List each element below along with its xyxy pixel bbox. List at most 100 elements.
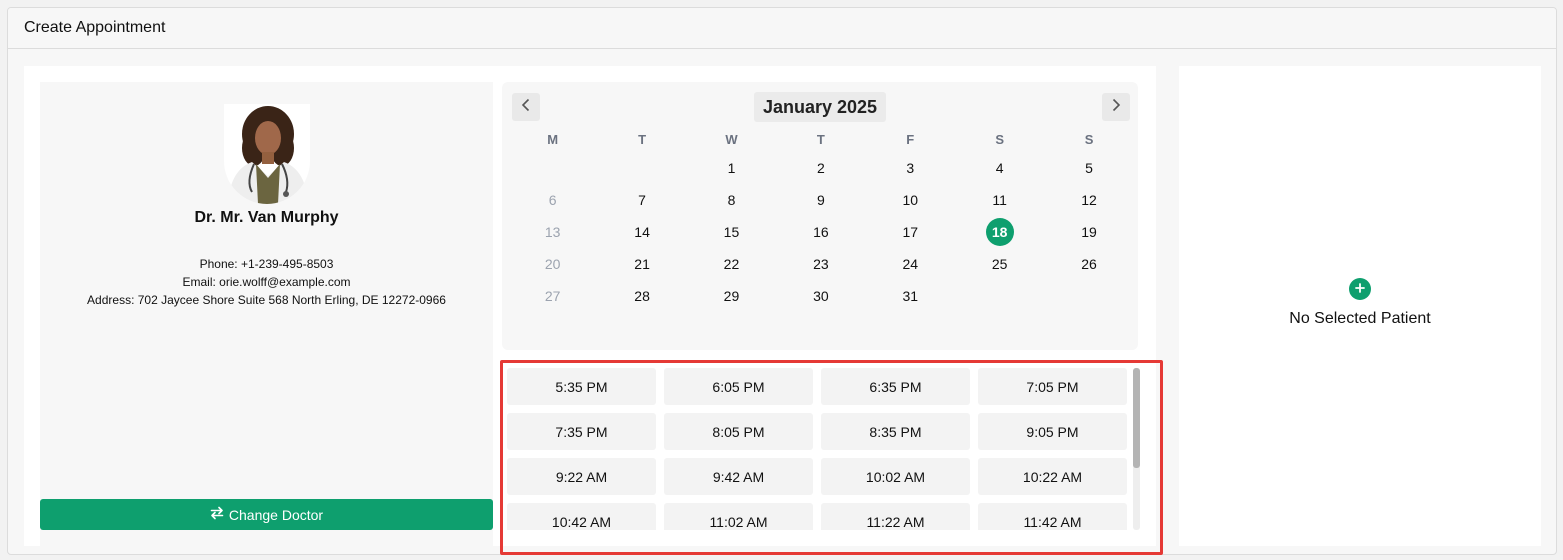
weekday-label: T bbox=[816, 131, 825, 147]
doctor-email: Email: orie.wolff@example.com bbox=[182, 275, 351, 289]
calendar-week: 20 21 22 23 24 25 26 bbox=[508, 248, 1136, 280]
time-slot-button[interactable]: 8:05 PM bbox=[664, 413, 813, 450]
calendar-day[interactable]: 10 bbox=[866, 184, 955, 216]
calendar-day[interactable]: 21 bbox=[597, 248, 686, 280]
time-slot-button[interactable]: 9:05 PM bbox=[978, 413, 1127, 450]
calendar-day[interactable]: 22 bbox=[687, 248, 776, 280]
previous-month-button[interactable] bbox=[512, 93, 540, 121]
doctor-name: Dr. Mr. Van Murphy bbox=[194, 209, 339, 226]
weekday-label: W bbox=[725, 131, 738, 147]
calendar-day-number: 28 bbox=[634, 288, 650, 304]
calendar-day-number: 16 bbox=[813, 224, 829, 240]
calendar-day[interactable]: 9 bbox=[776, 184, 865, 216]
calendar-day-number: 20 bbox=[544, 256, 561, 272]
time-slot-scrollbar[interactable] bbox=[1133, 368, 1140, 530]
doctor-avatar bbox=[224, 104, 310, 204]
calendar-day[interactable]: 31 bbox=[866, 280, 955, 312]
next-month-button[interactable] bbox=[1102, 93, 1130, 121]
calendar-day[interactable]: 1 bbox=[687, 152, 776, 184]
time-slot-button[interactable]: 7:05 PM bbox=[978, 368, 1127, 405]
scrollbar-thumb[interactable] bbox=[1133, 368, 1140, 468]
calendar-day-number: 14 bbox=[634, 224, 650, 240]
time-slot-button[interactable]: 9:42 AM bbox=[664, 458, 813, 495]
weekday-label: S bbox=[995, 131, 1004, 147]
calendar-day[interactable]: 16 bbox=[776, 216, 865, 248]
calendar-day[interactable]: 20 bbox=[508, 248, 597, 280]
calendar-day[interactable]: 23 bbox=[776, 248, 865, 280]
swap-arrows-icon bbox=[210, 506, 224, 523]
calendar-day-number: 10 bbox=[902, 192, 919, 208]
calendar-week: 1 2 3 4 5 bbox=[508, 152, 1136, 184]
calendar-day-number: 2 bbox=[816, 160, 825, 176]
calendar-day[interactable]: 5 bbox=[1044, 152, 1133, 184]
time-slot-row: 9:22 AM 9:42 AM 10:02 AM 10:22 AM bbox=[507, 458, 1131, 495]
calendar-day[interactable]: 2 bbox=[776, 152, 865, 184]
time-slot-list[interactable]: 5:35 PM 6:05 PM 6:35 PM 7:05 PM 7:35 PM 8:05 … bbox=[507, 368, 1131, 530]
time-slot-row: 10:42 AM 11:02 AM 11:22 AM 11:42 AM bbox=[507, 503, 1131, 530]
calendar-day[interactable]: 13 bbox=[508, 216, 597, 248]
page-title: Create Appointment bbox=[8, 8, 1556, 49]
calendar-day[interactable]: 7 bbox=[597, 184, 686, 216]
calendar-day[interactable]: 15 bbox=[687, 216, 776, 248]
calendar-grid: M T W T F S S 1 2 3 4 5 6 7 8 9 10 11 12 13 14 15 16 17 18 19 20 21… bbox=[508, 126, 1136, 312]
time-slot-button[interactable]: 9:22 AM bbox=[507, 458, 656, 495]
time-slot-button[interactable]: 11:02 AM bbox=[664, 503, 813, 530]
calendar-day[interactable]: 24 bbox=[866, 248, 955, 280]
calendar-day-number: 22 bbox=[723, 256, 740, 272]
calendar-day[interactable]: 17 bbox=[866, 216, 955, 248]
time-slot-button[interactable]: 10:22 AM bbox=[978, 458, 1127, 495]
calendar-day[interactable]: 12 bbox=[1044, 184, 1133, 216]
calendar-day[interactable]: 6 bbox=[508, 184, 597, 216]
calendar-day-number: 27 bbox=[544, 288, 561, 304]
time-slot-button[interactable]: 10:42 AM bbox=[507, 503, 656, 530]
time-slot-button[interactable]: 6:35 PM bbox=[821, 368, 970, 405]
calendar-day[interactable]: 8 bbox=[687, 184, 776, 216]
time-slot-button[interactable]: 7:35 PM bbox=[507, 413, 656, 450]
weekday-header: MTWTFSS bbox=[508, 126, 1136, 152]
time-slot-button[interactable]: 8:35 PM bbox=[821, 413, 970, 450]
calendar-day[interactable]: 14 bbox=[597, 216, 686, 248]
calendar-day-number: 1 bbox=[727, 160, 736, 176]
calendar-day[interactable]: 4 bbox=[955, 152, 1044, 184]
calendar-week: 6 7 8 9 10 11 12 bbox=[508, 184, 1136, 216]
time-slot-button[interactable]: 11:22 AM bbox=[821, 503, 970, 530]
calendar-day[interactable]: 25 bbox=[955, 248, 1044, 280]
month-label[interactable]: January 2025 bbox=[754, 92, 886, 122]
chevron-left-icon bbox=[521, 98, 531, 117]
calendar-day[interactable]: 3 bbox=[866, 152, 955, 184]
calendar-day-selected[interactable]: 18 bbox=[955, 216, 1044, 248]
calendar-day[interactable]: 28 bbox=[597, 280, 686, 312]
time-slot-button[interactable]: 10:02 AM bbox=[821, 458, 970, 495]
calendar-day-number: 3 bbox=[906, 160, 915, 176]
calendar-empty-cell bbox=[1044, 280, 1133, 312]
weekday-label: S bbox=[1084, 131, 1094, 147]
calendar-day-number: 23 bbox=[813, 256, 829, 272]
plus-icon bbox=[1355, 280, 1365, 298]
add-patient-button[interactable] bbox=[1349, 278, 1371, 300]
calendar-day[interactable]: 30 bbox=[776, 280, 865, 312]
calendar-day[interactable]: 29 bbox=[687, 280, 776, 312]
calendar-day-number: 9 bbox=[816, 192, 825, 208]
doctor-card: Dr. Mr. Van Murphy Phone: +1-239-495-850… bbox=[40, 82, 493, 546]
change-doctor-button[interactable]: Change Doctor bbox=[40, 499, 493, 530]
calendar-day-number: 7 bbox=[638, 192, 646, 208]
calendar-day[interactable]: 26 bbox=[1044, 248, 1133, 280]
calendar-day-number: 17 bbox=[902, 224, 919, 240]
calendar-day[interactable]: 19 bbox=[1044, 216, 1133, 248]
no-patient-label: No Selected Patient bbox=[1289, 310, 1431, 327]
time-slot-highlight: 5:35 PM 6:05 PM 6:35 PM 7:05 PM 7:35 PM 8:05 … bbox=[500, 360, 1163, 555]
time-slot-button[interactable]: 6:05 PM bbox=[664, 368, 813, 405]
calendar-week: 13 14 15 16 17 18 19 bbox=[508, 216, 1136, 248]
time-slot-row: 7:35 PM 8:05 PM 8:35 PM 9:05 PM bbox=[507, 413, 1131, 450]
time-slot-button[interactable]: 5:35 PM bbox=[507, 368, 656, 405]
calendar-day-number: 13 bbox=[544, 224, 561, 240]
calendar-day[interactable]: 11 bbox=[955, 184, 1044, 216]
empty-patient-state: No Selected Patient bbox=[1179, 278, 1541, 328]
calendar-day[interactable]: 27 bbox=[508, 280, 597, 312]
calendar-empty-cell bbox=[955, 280, 1044, 312]
time-slot-button[interactable]: 11:42 AM bbox=[978, 503, 1127, 530]
weekday-label: M bbox=[547, 131, 559, 147]
doctor-contact-info: Phone: +1-239-495-8503 Email: orie.wolff… bbox=[40, 255, 493, 309]
change-doctor-label: Change Doctor bbox=[228, 506, 324, 523]
calendar-day-number: 25 bbox=[991, 256, 1008, 272]
